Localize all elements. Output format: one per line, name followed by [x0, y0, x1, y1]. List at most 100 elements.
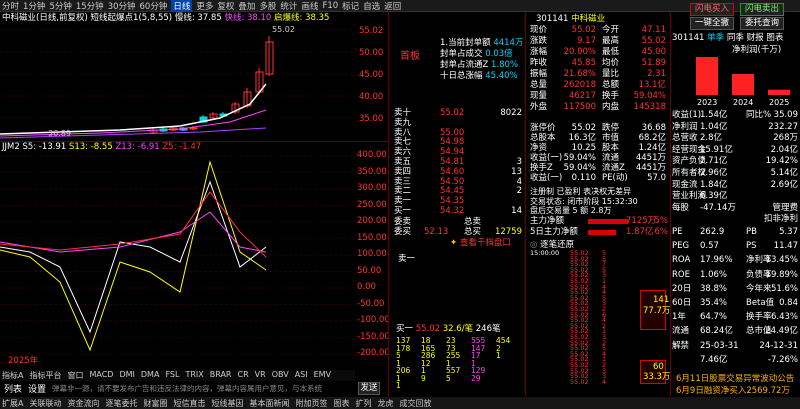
level-name: 卖七	[394, 137, 412, 148]
flash-buy-button[interactable]: 闪电买入	[690, 3, 734, 16]
flash-sell-button[interactable]: 闪电卖出	[740, 3, 784, 16]
bottom-tab[interactable]: 资金流向	[67, 398, 99, 409]
indicator-tab[interactable]: ASI	[293, 370, 310, 381]
indicator-tab[interactable]: 指标平台	[27, 370, 63, 381]
field-label: 总股本	[530, 133, 556, 143]
indicator-tab[interactable]: MACD	[87, 370, 115, 381]
bottom-tab[interactable]: 扩列	[355, 398, 371, 409]
notice-line-1[interactable]: 6月11日股票交易异常波动公告	[676, 374, 794, 384]
toolbar-item[interactable]: 30分钟	[108, 0, 136, 12]
bottom-tab[interactable]: 短信直击	[173, 398, 205, 409]
tab-chart[interactable]: 图表	[766, 33, 783, 43]
toolbar-item[interactable]: 返回	[384, 0, 401, 12]
toolbar-item[interactable]: 分时	[2, 0, 19, 12]
fin-label: 净利润	[672, 121, 698, 132]
toolbar-item[interactable]: 1分钟	[23, 0, 45, 12]
bottom-tab[interactable]: 扩展A	[2, 398, 23, 409]
list-button[interactable]: 列表	[4, 382, 22, 395]
toolbar-item[interactable]: 多股	[259, 0, 276, 12]
field-value: 13.1亿	[638, 80, 666, 90]
field-label: 换手Z	[530, 163, 553, 173]
fin-value: 1.04亿	[700, 121, 728, 132]
z13-value: Z13: -6.91	[115, 142, 160, 152]
bottom-tab[interactable]: 龙虎	[377, 398, 393, 409]
toolbar-item[interactable]: 15分钟	[76, 0, 104, 12]
toolbar-item[interactable]: 日线	[171, 0, 193, 12]
danmaku-input[interactable]: 弹幕非一源，请不要发布广告和违反法律的内容，弹幕内容属用户意见，与本系统	[52, 383, 352, 394]
bottom-tab[interactable]: 关联联动	[29, 398, 61, 409]
sell-one-label: 卖一	[398, 254, 416, 264]
indicator-tab[interactable]: 窗口	[65, 370, 85, 381]
field-label: 换手	[602, 91, 620, 101]
sub-tick: 200.00	[357, 216, 387, 226]
fin-value: 管理费	[772, 202, 798, 213]
bottom-tab[interactable]: 财富圈	[143, 398, 167, 409]
field-label: 现价	[530, 25, 548, 35]
field-label: 总额	[602, 80, 620, 90]
indicator-panel[interactable]: JJM2 S5: -13.91 S13: -8.55 Z13: -6.91 Z5…	[0, 142, 355, 368]
indicator-chart	[0, 155, 355, 355]
buy-queue: 买一 55.02 32.6/笔 246笔 137 18 23 555 454 178 165…	[392, 322, 526, 390]
bottom-tab[interactable]: 逐笔委托	[105, 398, 137, 409]
indicator-tab[interactable]: EMV	[312, 370, 333, 381]
level-price: 54.45	[440, 186, 465, 197]
indicator-tab[interactable]: DMA	[139, 370, 162, 381]
fin-value: 24.49亿	[765, 326, 798, 337]
settings-button[interactable]: 设置	[28, 382, 46, 395]
field-value: 1.24亿	[638, 143, 666, 153]
price-tick: 55.02	[359, 26, 384, 36]
indicator-tab[interactable]: TRIX	[183, 370, 205, 381]
level-price: 54.60	[440, 166, 465, 177]
tab-report[interactable]: 财报	[747, 33, 764, 43]
cancel-all-button[interactable]: 一键全撤	[690, 17, 734, 30]
tab-quarter[interactable]: 单季	[707, 33, 724, 43]
trade-ticks: ◎ 逐笔还原 15:00:00 55.02 5 55.02 5 55.02 7 55.02 5 5…	[528, 240, 670, 385]
trade-time: 15:00:00	[530, 249, 560, 257]
toolbar-item[interactable]: 复权	[217, 0, 234, 12]
field-label: 流通	[602, 153, 620, 163]
limit-up-row: 十日总涨幅 45.40%	[440, 71, 518, 81]
bottom-tab[interactable]: 短线基因	[211, 398, 243, 409]
fin-value: 0.84	[779, 298, 798, 308]
toolbar-item[interactable]: 叠加	[238, 0, 255, 12]
price-tick: 35.00	[359, 114, 384, 124]
toolbar-item[interactable]: F10	[322, 1, 338, 11]
kline-panel[interactable]: 中科磁业(日线,前复权) 短线起爆点1(5,8,55) 慢线: 37.85 快线…	[0, 12, 355, 140]
toolbar-item[interactable]: 画线	[301, 0, 318, 12]
fin-label: 现金流	[672, 179, 698, 190]
order-query-button[interactable]: 委托查询	[740, 17, 784, 30]
bottom-tab[interactable]: 附加页签	[295, 398, 327, 409]
bottom-tab[interactable]: 成交回放	[399, 398, 431, 409]
notice-line-2[interactable]: 6月9日融资净买入2569.72万	[676, 386, 790, 396]
toolbar-item[interactable]: 5分钟	[49, 0, 71, 12]
indicator-tab[interactable]: BRAR	[208, 370, 234, 381]
indicator-tab[interactable]: 指标A	[0, 370, 25, 381]
field-value: 2.31	[647, 69, 666, 79]
level-volume: 3	[516, 157, 522, 167]
indicator-tab[interactable]: CR	[236, 370, 251, 381]
price-tick: 40.00	[359, 92, 384, 102]
bottom-tab[interactable]: 图表	[333, 398, 349, 409]
fin-value: 68.24亿	[700, 326, 733, 337]
orderbook-link[interactable]: ✦ 查看千档盘口	[450, 238, 511, 248]
fin-value: 0.57	[700, 241, 719, 252]
toolbar-item[interactable]: 更多	[196, 0, 213, 12]
indicator-tab[interactable]: FSL	[163, 370, 181, 381]
price-tick: 45.00	[359, 70, 384, 80]
sub-tick: 350.00	[357, 166, 387, 177]
send-button[interactable]: 发送	[358, 381, 381, 395]
toolbar-item[interactable]: 标记	[342, 0, 359, 12]
toolbar-item[interactable]: 统计	[280, 0, 297, 12]
field-value: 47.11	[641, 25, 666, 35]
indicator-tab[interactable]: DMI	[117, 370, 136, 381]
bottom-tab[interactable]: 基本面新闻	[249, 398, 289, 409]
toolbar-item[interactable]: 自选	[363, 0, 380, 12]
fin-value: 6.39亿	[700, 191, 728, 202]
queue-cell: 1	[496, 351, 501, 360]
toolbar-item[interactable]: 60分钟	[140, 0, 168, 12]
tab-same-quarter[interactable]: 同季	[727, 33, 744, 43]
fin-value: 17.96%	[700, 255, 733, 266]
sub-header: JJM2 S5: -13.91 S13: -8.55 Z13: -6.91 Z5…	[2, 142, 201, 152]
indicator-tab[interactable]: OBV	[270, 370, 291, 381]
indicator-tab[interactable]: VR	[253, 370, 268, 381]
